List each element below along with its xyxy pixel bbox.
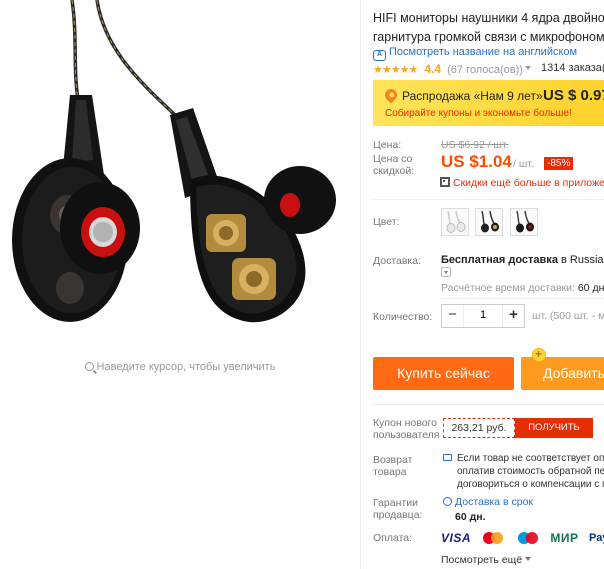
guarantee-text: Доставка в срок [455,496,534,508]
discount-price-label: Цена со скидкой: [373,153,414,177]
quantity-increase-button[interactable]: + [502,305,524,327]
app-deal-link[interactable]: Скидки ещё больше в приложении [440,177,604,189]
product-title-line2: гарнитура громкой связи с микрофоном д [373,30,604,44]
mir-icon: МИР [550,530,579,545]
clock-icon [443,497,452,506]
coupon-value: 263,21 руб. [443,418,515,438]
color-label: Цвет: [373,216,400,228]
shipping-dropdown[interactable] [441,267,451,277]
guarantee-days: 60 дн. [455,511,486,523]
add-to-cart-button[interactable]: Добавить в корзину [521,357,604,390]
translate-link-text: Посмотреть название на английском [389,46,578,58]
promo-subtitle: Собирайте купоны и экономьте больше! [385,108,572,119]
shipping-info: Бесплатная доставка в Russian Federation [441,254,604,266]
returns-label-line2: товара [373,466,407,478]
color-swatch-white[interactable] [441,208,469,236]
shipping-free-text: Бесплатная доставка [441,254,558,266]
returns-line2: оплатив стоимость обратной пересылки [457,466,604,477]
location-pin-icon [382,86,400,104]
chevron-down-icon [524,66,531,73]
votes-count: (67 голоса(ов)) [447,64,523,76]
rating-row: ★★★★★ 4.4 (67 голоса(ов)) 1314 заказа(ов… [373,62,604,76]
column-divider [360,0,361,569]
old-price: US $6.92 / шт. [441,139,509,151]
discount-badge: -85% [544,157,574,170]
coupon-label-line2: пользователя [373,429,440,441]
magnifier-icon [84,362,94,371]
quantity-label: Количество: [373,311,433,323]
product-gallery: Наведите курсор, чтобы увеличить [0,0,360,569]
get-coupon-button[interactable]: ПОЛУЧИТЬ [515,418,593,438]
coupon-label: Купон нового пользователя [373,417,440,441]
color-swatch-gold[interactable] [475,208,503,236]
product-title: HIFI мониторы наушники 4 ядра двойной д … [373,9,604,47]
more-payment-link[interactable]: Посмотреть ещё [441,554,532,566]
divider [373,199,604,200]
paypal-icon: PayPal [588,531,604,544]
color-swatch-black[interactable] [510,208,538,236]
payment-label: Оплата: [373,532,413,544]
app-deal-text: Скидки ещё больше в приложении [453,177,604,189]
coupon-label-line1: Купон нового [373,417,437,429]
price-label: Цена: [373,139,402,151]
orders-count[interactable]: 1314 заказа(ов) [541,62,604,74]
guarantee-label-line2: продавца: [373,509,423,521]
price-unit: / шт. [513,158,534,170]
product-info: HIFI мониторы наушники 4 ядра двойной д … [373,0,604,569]
divider [373,404,604,405]
translate-icon: A [373,50,386,61]
shipping-label: Доставка: [373,255,422,267]
quantity-stepper: − + [441,304,525,328]
promo-title: Распродажа «Нам 9 лет» [402,89,543,103]
eta-label: Расчётное время доставки: [441,282,575,294]
buy-now-button[interactable]: Купить сейчас [373,357,514,390]
returns-line3: договориться о компенсации с продавцом [457,479,604,490]
guarantee-link[interactable]: Доставка в срок [443,496,533,508]
promo-banner[interactable]: Распродажа «Нам 9 лет» US $ 0.97 Собирай… [373,80,604,126]
returns-policy: Если товар не соответствует описанию, оп… [443,452,604,491]
quantity-decrease-button[interactable]: − [442,305,464,327]
returns-label: Возврат товара [373,454,412,478]
current-price: US $1.04 [441,152,512,171]
visa-icon: VISA [441,530,472,545]
votes-link[interactable]: (67 голоса(ов)) [447,64,531,76]
guarantee-label: Гарантии продавца: [373,497,422,521]
shipping-destination: в Russian Federation [561,254,604,266]
quantity-input[interactable] [464,309,502,321]
mastercard-icon [481,531,505,545]
divider [441,298,604,299]
promo-price: US $ 0.97 [543,87,604,104]
stock-info: шт. (500 шт. - максимум) [532,310,604,322]
rating-value: 4.4 [424,62,442,76]
more-payment-text: Посмотреть ещё [441,554,523,566]
returns-label-line1: Возврат [373,454,413,466]
chevron-down-icon [525,557,532,564]
returns-icon [443,454,452,461]
qr-code-icon [440,177,450,187]
returns-line1: Если товар не соответствует описанию, [457,453,604,464]
delivery-estimate: Расчётное время доставки: 60 дн. [441,282,604,294]
orders-text: 1314 заказа(ов) [541,62,604,74]
translate-link[interactable]: A Посмотреть название на английском [373,46,577,61]
star-rating-icon: ★★★★★ [373,64,418,76]
maestro-icon [516,531,540,545]
payment-methods: VISA МИР PayPal [441,529,604,545]
zoom-hint: Наведите курсор, чтобы увеличить [0,361,360,373]
add-to-cart-badge-icon [532,347,546,362]
product-photo[interactable] [0,0,360,356]
eta-value: 60 дн. [577,282,604,294]
discount-price-label-line1: Цена со [373,153,413,165]
guarantee-label-line1: Гарантии [373,497,418,509]
product-title-line1: HIFI мониторы наушники 4 ядра двойной д [373,11,604,25]
zoom-hint-text: Наведите курсор, чтобы увеличить [96,361,276,373]
discount-price-label-line2: скидкой: [373,165,415,177]
